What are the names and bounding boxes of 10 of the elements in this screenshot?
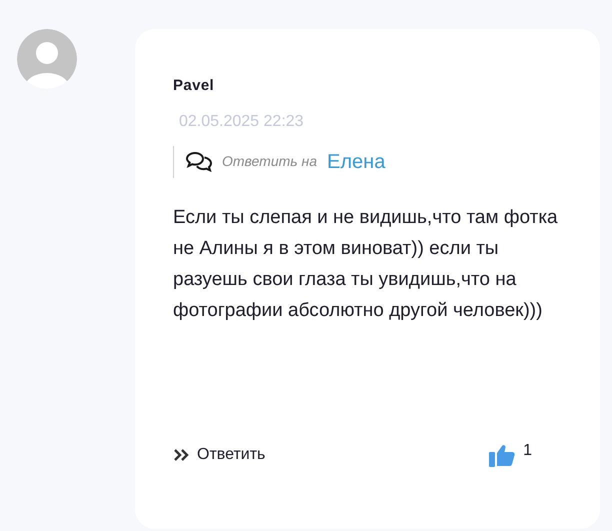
- double-chevron-icon: [173, 448, 191, 462]
- reply-button[interactable]: Ответить: [173, 443, 266, 467]
- comment-date: 02.05.2025 22:23: [179, 112, 305, 132]
- comment-text: Если ты слепая и не видишь,что там фотка не Алины я в этом виноват)) если ты разуешь свои глаза ты увидишь,что на фотографии абсолютно другой человек))): [173, 206, 559, 322]
- thumbs-up-icon[interactable]: [489, 443, 516, 467]
- chat-bubbles-icon: [186, 150, 212, 172]
- avatar-icon: [17, 29, 77, 89]
- like-count: 1: [523, 441, 532, 461]
- reply-to-label: Ответить на: [222, 152, 318, 171]
- author-name: Pavel: [173, 76, 216, 96]
